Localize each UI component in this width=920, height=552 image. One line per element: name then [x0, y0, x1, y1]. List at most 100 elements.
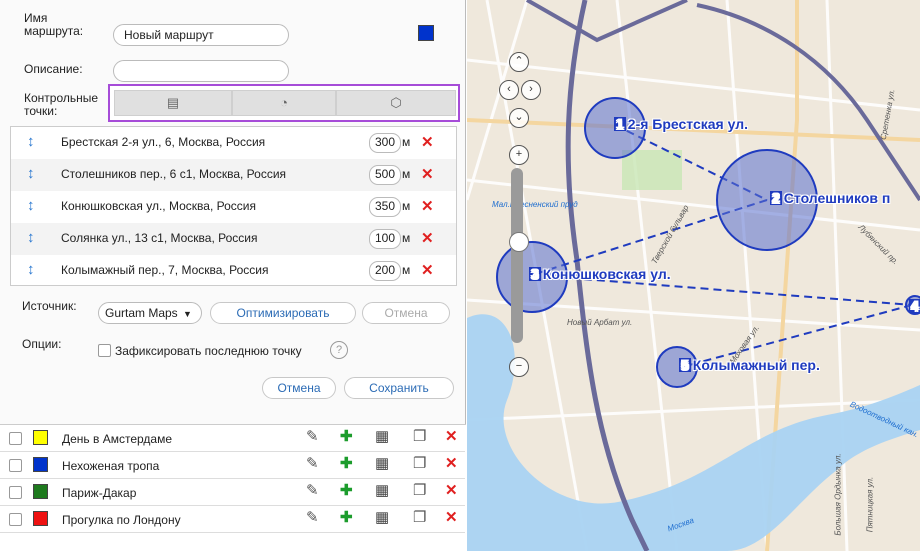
table-icon[interactable]: ▤ [114, 90, 232, 116]
radius-unit: м [402, 199, 411, 213]
route-name: Прогулка по Лондону [62, 513, 181, 527]
map-waypoint-label: 3 Конюшковская ул. [529, 266, 671, 282]
radius-unit: м [402, 135, 411, 149]
zoom-slider[interactable] [511, 168, 523, 343]
add-checkpoint-icon[interactable]: ✚ [340, 455, 353, 473]
street-label: Пятницкая ул. [865, 476, 875, 533]
copy-icon[interactable]: ❐ [413, 482, 426, 500]
delete-icon[interactable]: ✕ [421, 197, 434, 215]
description-input[interactable] [113, 60, 289, 82]
delete-icon[interactable]: ✕ [421, 261, 434, 279]
waypoint-radius-input[interactable]: 200 [369, 261, 401, 281]
route-checkbox[interactable] [9, 432, 22, 445]
route-color-swatch [33, 430, 48, 445]
fix-last-point-label: Зафиксировать последнюю точку [115, 344, 302, 358]
route-color-swatch [33, 511, 48, 526]
pan-up-button[interactable]: ⌃ [509, 52, 529, 72]
source-label: Источник: [22, 299, 77, 313]
waypoint-radius-input[interactable]: 350 [369, 197, 401, 217]
add-checkpoint-icon[interactable]: ✚ [340, 509, 353, 527]
drag-handle-icon[interactable]: ↕ [27, 197, 35, 214]
edit-route-icon[interactable]: ✎ [306, 509, 319, 527]
route-name-label: Имя маршрута: [24, 11, 84, 38]
checkpoint-toolbar: ▤ ◔ ⬡ [108, 84, 460, 122]
route-name: Нехоженая тропа [62, 459, 160, 473]
table-row[interactable]: День в Амстердаме ✎ ✚ ▦ ❐ ✕ [0, 425, 465, 452]
street-label: Мал.Пресненский пруд [492, 200, 578, 209]
copy-icon[interactable]: ❐ [413, 455, 426, 473]
schedule-icon[interactable]: ▦ [375, 455, 389, 473]
route-color-swatch [33, 457, 48, 472]
drag-handle-icon[interactable]: ↕ [27, 261, 35, 278]
delete-icon[interactable]: ✕ [421, 133, 434, 151]
waypoint-address: Конюшковская ул., Москва, Россия [61, 199, 256, 213]
list-item[interactable]: ↕ Конюшковская ул., Москва, Россия 350 м… [11, 191, 456, 223]
polygon-icon[interactable]: ⬡ [336, 90, 456, 116]
pan-right-button[interactable]: › [521, 80, 541, 100]
radius-unit: м [402, 167, 411, 181]
list-item[interactable]: ↕ Брестская 2-я ул., 6, Москва, Россия 3… [11, 127, 456, 159]
schedule-icon[interactable]: ▦ [375, 509, 389, 527]
map-waypoint-label: 4 [909, 298, 920, 314]
delete-icon[interactable]: ✕ [421, 165, 434, 183]
route-checkbox[interactable] [9, 513, 22, 526]
delete-icon[interactable]: ✕ [445, 428, 458, 446]
cancel-button[interactable]: Отмена [262, 377, 336, 399]
edit-route-icon[interactable]: ✎ [306, 482, 319, 500]
list-item[interactable]: ↕ Солянка ул., 13 с1, Москва, Россия 100… [11, 223, 456, 255]
add-checkpoint-icon[interactable]: ✚ [340, 482, 353, 500]
route-checkbox[interactable] [9, 486, 22, 499]
save-button[interactable]: Сохранить [344, 377, 454, 399]
route-color-picker[interactable] [418, 25, 434, 41]
list-item[interactable]: ↕ Колымажный пер., 7, Москва, Россия 200… [11, 255, 456, 287]
source-select[interactable]: Gurtam Maps ▼ [98, 302, 202, 324]
waypoint-address: Солянка ул., 13 с1, Москва, Россия [61, 231, 258, 245]
copy-icon[interactable]: ❐ [413, 428, 426, 446]
map-waypoint-label: 2 Столешников п [770, 190, 891, 206]
route-checkbox[interactable] [9, 459, 22, 472]
optimize-cancel-button[interactable]: Отмена [362, 302, 450, 324]
add-checkpoint-icon[interactable]: ✚ [340, 428, 353, 446]
delete-icon[interactable]: ✕ [421, 229, 434, 247]
source-value: Gurtam Maps [105, 306, 178, 320]
options-label: Опции: [22, 337, 62, 351]
drag-handle-icon[interactable]: ↕ [27, 165, 35, 182]
schedule-icon[interactable]: ▦ [375, 482, 389, 500]
help-icon[interactable]: ? [330, 341, 348, 359]
zoom-slider-handle[interactable] [509, 232, 529, 252]
list-item[interactable]: ↕ Столешников пер., 6 с1, Москва, Россия… [11, 159, 456, 191]
route-list: День в Амстердаме ✎ ✚ ▦ ❐ ✕ Нехоженая тр… [0, 424, 466, 552]
map-waypoint-label: 5 Колымажный пер. [679, 357, 820, 373]
waypoint-radius-input[interactable]: 500 [369, 165, 401, 185]
table-row[interactable]: Париж-Дакар ✎ ✚ ▦ ❐ ✕ [0, 479, 465, 506]
table-row[interactable]: Нехоженая тропа ✎ ✚ ▦ ❐ ✕ [0, 452, 465, 479]
waypoint-address: Брестская 2-я ул., 6, Москва, Россия [61, 135, 266, 149]
fix-last-point-checkbox[interactable] [98, 344, 111, 357]
table-row[interactable]: Прогулка по Лондону ✎ ✚ ▦ ❐ ✕ [0, 506, 465, 533]
optimize-button[interactable]: Оптимизировать [210, 302, 356, 324]
copy-icon[interactable]: ❐ [413, 509, 426, 527]
zoom-out-button[interactable]: − [509, 357, 529, 377]
route-name: День в Амстердаме [62, 432, 173, 446]
checkpoints-label: Контрольные точки: [24, 91, 99, 118]
circle-icon[interactable]: ◔ [232, 90, 336, 116]
edit-route-icon[interactable]: ✎ [306, 455, 319, 473]
pan-down-button[interactable]: ⌄ [509, 108, 529, 128]
route-editor-panel: Имя маршрута: Новый маршрут Описание: Ко… [0, 0, 466, 552]
delete-icon[interactable]: ✕ [445, 482, 458, 500]
edit-route-icon[interactable]: ✎ [306, 428, 319, 446]
schedule-icon[interactable]: ▦ [375, 428, 389, 446]
delete-icon[interactable]: ✕ [445, 509, 458, 527]
zoom-in-button[interactable]: + [509, 145, 529, 165]
street-label: Большая Ордынка ул. [833, 453, 843, 536]
map-view[interactable]: Мал.Пресненский пруд Новый Арбат ул. Тве… [467, 0, 920, 551]
route-name-input[interactable]: Новый маршрут [113, 24, 289, 46]
drag-handle-icon[interactable]: ↕ [27, 133, 35, 150]
waypoint-radius-input[interactable]: 100 [369, 229, 401, 249]
description-label: Описание: [24, 62, 83, 76]
pan-left-button[interactable]: ‹ [499, 80, 519, 100]
delete-icon[interactable]: ✕ [445, 455, 458, 473]
route-name: Париж-Дакар [62, 486, 137, 500]
waypoint-radius-input[interactable]: 300 [369, 133, 401, 153]
drag-handle-icon[interactable]: ↕ [27, 229, 35, 246]
